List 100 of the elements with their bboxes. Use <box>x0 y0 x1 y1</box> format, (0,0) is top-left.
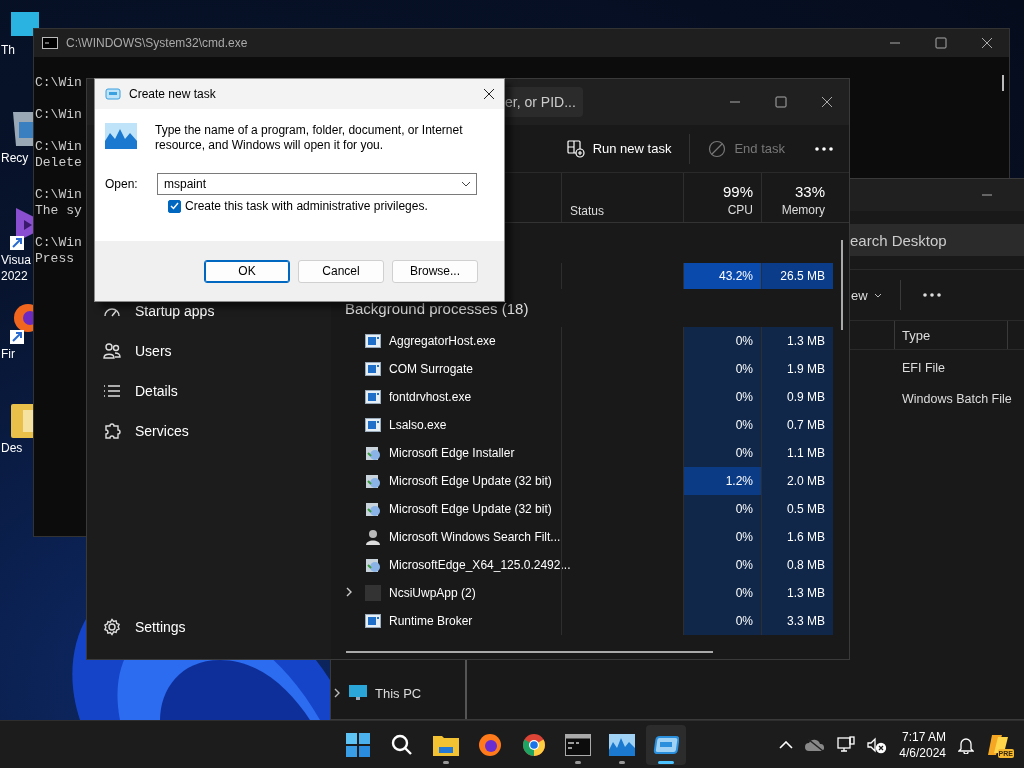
maximize-icon[interactable] <box>775 96 787 108</box>
cpu-cell: 0% <box>683 607 761 635</box>
column-total: 99% <box>722 182 753 202</box>
task-manager-icon <box>105 123 137 149</box>
cpu-cell: 43.2% <box>683 263 761 289</box>
chrome-icon <box>522 732 546 757</box>
process-name[interactable]: MicrosoftEdge_X64_125.0.2492... <box>389 558 571 572</box>
more-icon[interactable] <box>815 146 833 151</box>
process-name[interactable]: AggregatorHost.exe <box>389 334 496 348</box>
column-header[interactable]: CPU <box>727 202 753 218</box>
nav-item[interactable]: Services <box>99 411 331 451</box>
chevron-down-icon <box>873 292 882 298</box>
process-name[interactable]: COM Surrogate <box>389 362 474 376</box>
checkbox-label[interactable]: Create this task with administrative privileges. <box>185 199 428 213</box>
desktop-icon-label[interactable]: Fir <box>0 346 34 362</box>
cpu-cell: 0% <box>683 411 761 439</box>
memory-cell: 0.7 MB <box>761 411 833 439</box>
memory-cell: 1.1 MB <box>761 439 833 467</box>
chevron-icon[interactable] <box>345 587 353 597</box>
dialog-button[interactable]: Browse... <box>392 259 478 283</box>
console-line: Delete <box>35 155 82 171</box>
speaker-muted-icon[interactable] <box>867 735 888 754</box>
file-type-cell: Windows Batch File <box>902 391 1012 406</box>
memory-cell: 0.5 MB <box>761 495 833 523</box>
firefox-icon <box>478 732 502 757</box>
taskbar-app-button[interactable] <box>646 724 686 765</box>
group-header: Background processes (18) <box>344 298 530 319</box>
installer-icon <box>365 445 381 461</box>
cpu-cell: 0% <box>683 495 761 523</box>
list-icon <box>103 382 121 400</box>
nav-item[interactable]: Users <box>99 331 331 371</box>
cpu-cell: 0% <box>683 383 761 411</box>
admin-checkbox[interactable] <box>168 199 181 213</box>
terminal-icon <box>565 733 591 756</box>
chevron-icon[interactable] <box>333 688 341 698</box>
dialog-button[interactable]: Cancel <box>298 259 384 283</box>
column-header[interactable]: Memory <box>781 202 825 218</box>
column-header[interactable]: Type <box>894 321 1008 349</box>
installer-icon <box>365 473 381 489</box>
process-name[interactable]: Lsalso.exe <box>389 418 447 432</box>
process-name[interactable]: Microsoft Edge Update (32 bit) <box>389 502 552 516</box>
dialog-button[interactable]: OK <box>204 259 290 283</box>
close-icon[interactable] <box>483 88 495 100</box>
file-type-cell: EFI File <box>902 360 946 375</box>
search-icon <box>391 733 413 756</box>
terminal-icon <box>42 37 58 49</box>
process-name[interactable]: Runtime Broker <box>389 614 473 628</box>
console-line: The sy <box>35 203 82 219</box>
settings-icon <box>103 618 121 636</box>
desktop-icon-label[interactable]: Recy <box>0 150 34 166</box>
settings-item[interactable]: Settings <box>99 607 331 647</box>
view-button[interactable]: ew <box>851 287 882 303</box>
task-manager-icon <box>609 733 635 756</box>
process-name[interactable]: Microsoft Edge Update (32 bit) <box>389 474 552 488</box>
cpu-cell: 0% <box>683 579 761 607</box>
close-icon[interactable] <box>981 37 993 49</box>
memory-cell: 1.3 MB <box>761 327 833 355</box>
close-icon[interactable] <box>821 96 833 108</box>
memory-cell: 3.3 MB <box>761 607 833 635</box>
scrollbar[interactable] <box>841 240 843 330</box>
scrollbar[interactable] <box>346 651 713 653</box>
desktop-icon-label[interactable]: Des <box>0 440 34 456</box>
user-process-icon <box>365 529 381 545</box>
installer-icon <box>365 557 381 573</box>
console-line: C:\Win <box>35 75 82 91</box>
bell-icon[interactable] <box>958 735 974 754</box>
app-window-icon <box>365 390 381 404</box>
process-name[interactable]: fontdrvhost.exe <box>389 390 472 404</box>
desktop-icon-label[interactable]: Th <box>0 42 34 58</box>
dropdown-chevron-icon[interactable] <box>461 181 471 187</box>
chevron-up-icon[interactable] <box>779 740 794 749</box>
process-name[interactable]: Microsoft Edge Installer <box>389 446 515 460</box>
command-combo-box[interactable]: mspaint <box>157 173 477 195</box>
console-line: C:\Win <box>35 187 82 203</box>
blank-app-icon <box>365 585 381 601</box>
process-name[interactable]: Microsoft Windows Search Filt... <box>389 530 561 544</box>
cpu-cell: 0% <box>683 551 761 579</box>
column-header[interactable]: Status <box>570 204 605 218</box>
nav-item[interactable]: This PC <box>331 685 422 701</box>
memory-cell: 1.6 MB <box>761 523 833 551</box>
console-line: C:\Win <box>35 107 82 123</box>
folder-icon <box>433 733 459 756</box>
nav-item[interactable]: Details <box>99 371 331 411</box>
scrollbar[interactable] <box>1002 75 1004 91</box>
cpu-cell: 1.2% <box>683 467 761 495</box>
process-name[interactable]: NcsiUwpApp (2) <box>389 586 476 600</box>
maximize-icon[interactable] <box>935 37 947 49</box>
installer-icon <box>365 501 381 517</box>
search-field[interactable]: earch Desktop <box>850 224 1024 256</box>
memory-cell: 1.3 MB <box>761 579 833 607</box>
clock[interactable]: 7:17 AM 4/6/2024 <box>899 728 946 761</box>
block-icon <box>708 139 727 158</box>
app-window-icon <box>365 362 381 376</box>
desktop-icon-label[interactable]: Visua 2022 <box>0 252 34 284</box>
cloud-off-icon[interactable] <box>805 737 826 752</box>
run-new-task-button[interactable]: Run new task <box>558 135 680 162</box>
memory-cell: 1.9 MB <box>761 355 833 383</box>
console-line: C:\Win <box>35 139 82 155</box>
more-icon[interactable] <box>922 293 941 297</box>
network-icon[interactable] <box>837 735 856 754</box>
